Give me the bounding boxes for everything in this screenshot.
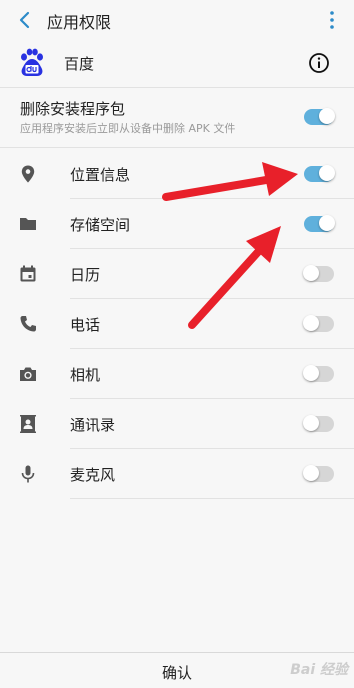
- info-icon[interactable]: [308, 52, 330, 74]
- calendar-icon: [20, 265, 36, 282]
- divider: [0, 147, 354, 148]
- location-icon: [21, 165, 35, 183]
- toggle-knob: [319, 108, 335, 124]
- permission-row-microphone[interactable]: 麦克风: [0, 449, 354, 499]
- divider: [70, 498, 354, 499]
- more-options-icon[interactable]: [328, 10, 336, 30]
- divider: [70, 448, 354, 449]
- app-info-row: 百度: [0, 40, 354, 86]
- microphone-icon: [21, 465, 35, 483]
- contacts-icon: [20, 415, 36, 433]
- permission-label: 日历: [70, 266, 101, 284]
- delete-package-subtitle: 应用程序安装后立即从设备中删除 APK 文件: [20, 122, 236, 135]
- permission-toggle[interactable]: [303, 365, 334, 382]
- permission-row-camera[interactable]: 相机: [0, 349, 354, 399]
- permission-toggle[interactable]: [304, 165, 335, 182]
- delete-package-toggle[interactable]: [304, 108, 335, 125]
- toggle-knob: [303, 365, 319, 381]
- permission-label: 相机: [70, 366, 101, 384]
- divider: [70, 248, 354, 249]
- toggle-knob: [303, 315, 319, 331]
- folder-icon: [20, 218, 36, 230]
- baidu-logo-icon: [21, 48, 43, 76]
- camera-icon: [20, 367, 36, 381]
- permission-toggle[interactable]: [303, 315, 334, 332]
- permission-label: 麦克风: [70, 466, 116, 484]
- permission-row-location[interactable]: 位置信息: [0, 149, 354, 199]
- divider: [70, 198, 354, 199]
- divider: [70, 398, 354, 399]
- permission-toggle[interactable]: [304, 215, 335, 232]
- footer-bar: 确认 Bai 经验: [0, 652, 354, 688]
- back-arrow-icon[interactable]: [13, 8, 37, 32]
- toggle-knob: [319, 165, 335, 181]
- permission-label: 电话: [70, 316, 101, 334]
- phone-icon: [20, 316, 36, 332]
- app-name: 百度: [64, 55, 95, 73]
- permission-row-contacts[interactable]: 通讯录: [0, 399, 354, 449]
- permission-toggle[interactable]: [303, 465, 334, 482]
- permission-row-calendar[interactable]: 日历: [0, 249, 354, 299]
- delete-package-title: 删除安装程序包: [20, 100, 126, 118]
- delete-package-row[interactable]: 删除安装程序包 应用程序安装后立即从设备中删除 APK 文件: [0, 88, 354, 142]
- permission-toggle[interactable]: [303, 265, 334, 282]
- toggle-knob: [303, 415, 319, 431]
- permission-row-phone[interactable]: 电话: [0, 299, 354, 349]
- permission-label: 位置信息: [70, 166, 131, 184]
- permission-row-storage[interactable]: 存储空间: [0, 199, 354, 249]
- permission-toggle[interactable]: [303, 415, 334, 432]
- toggle-knob: [319, 215, 335, 231]
- divider: [70, 348, 354, 349]
- toggle-knob: [303, 265, 319, 281]
- permission-label: 通讯录: [70, 416, 116, 434]
- divider: [70, 298, 354, 299]
- app-bar: 应用权限: [0, 0, 354, 40]
- page-title: 应用权限: [47, 13, 112, 32]
- toggle-knob: [303, 465, 319, 481]
- watermark: Bai 经验: [290, 662, 348, 678]
- permission-label: 存储空间: [70, 216, 131, 234]
